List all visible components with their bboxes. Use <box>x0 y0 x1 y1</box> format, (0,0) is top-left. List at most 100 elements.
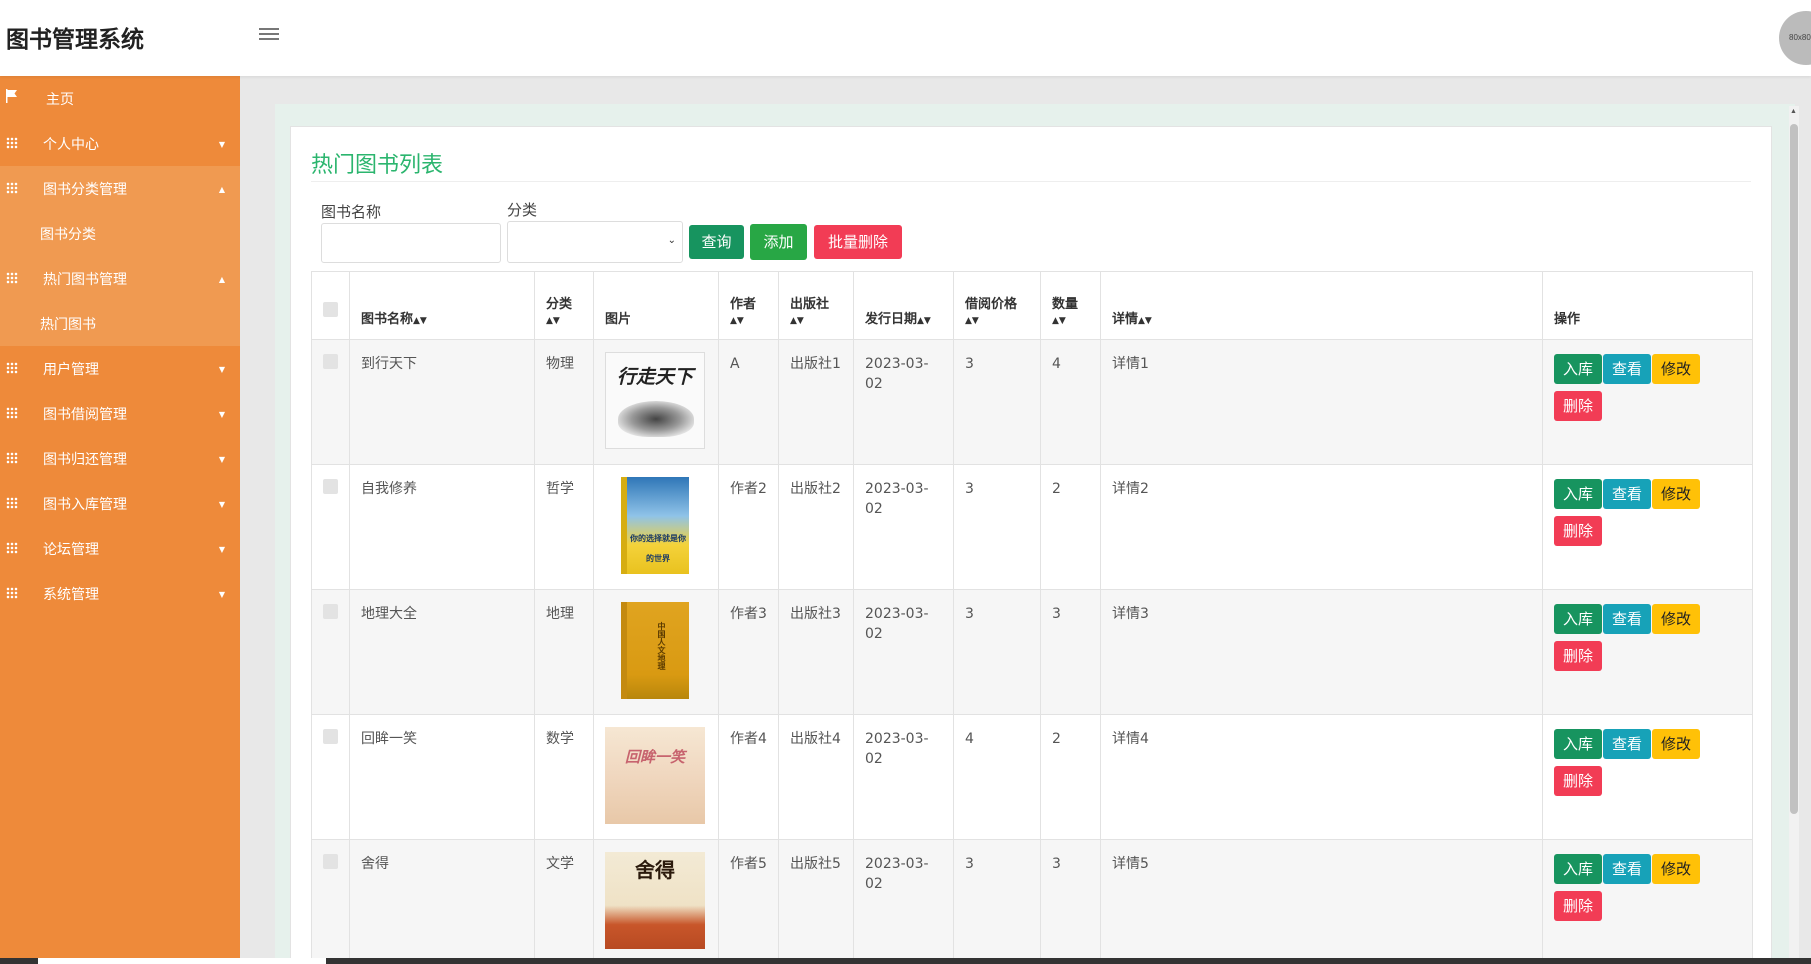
sidebar-item-hot-books[interactable]: 热门图书管理 ▲ <box>0 256 240 301</box>
stock-in-button[interactable]: 入库 <box>1554 729 1602 759</box>
header-detail[interactable]: 详情▲▼ <box>1100 271 1543 340</box>
header-book-name[interactable]: 图书名称▲▼ <box>349 271 535 340</box>
query-button[interactable]: 查询 <box>689 225 744 259</box>
row-checkbox[interactable] <box>323 604 338 619</box>
view-button[interactable]: 查看 <box>1603 729 1651 759</box>
cell-actions: 入库 查看 修改 删除 <box>1542 714 1753 840</box>
cell-release-date: 2023-03-02 <box>853 589 954 715</box>
row-checkbox[interactable] <box>323 729 338 744</box>
sidebar-item-system[interactable]: 系统管理 ▼ <box>0 571 240 616</box>
stock-in-button[interactable]: 入库 <box>1554 354 1602 384</box>
delete-button[interactable]: 删除 <box>1554 891 1602 921</box>
cell-author: 作者2 <box>718 464 779 590</box>
sidebar-item-book-category[interactable]: 图书分类管理 ▲ <box>0 166 240 211</box>
scroll-up-arrow-icon[interactable]: ▲ <box>1790 108 1797 115</box>
sort-icon: ▲▼ <box>1138 316 1152 326</box>
book-name-input[interactable] <box>321 223 501 263</box>
cell-book-name: 回眸一笑 <box>349 714 535 840</box>
stock-in-button[interactable]: 入库 <box>1554 854 1602 884</box>
cover-title: 舍得 <box>635 858 675 882</box>
cell-author: 作者3 <box>718 589 779 715</box>
horizontal-scrollbar[interactable] <box>0 958 1811 964</box>
sidebar-item-return[interactable]: 图书归还管理 ▼ <box>0 436 240 481</box>
sort-icon: ▲▼ <box>917 316 931 326</box>
sidebar-item-borrow[interactable]: 图书借阅管理 ▼ <box>0 391 240 436</box>
header-author[interactable]: 作者 ▲▼ <box>718 271 779 340</box>
sidebar-item-forum[interactable]: 论坛管理 ▼ <box>0 526 240 571</box>
cell-publisher: 出版社3 <box>778 589 854 715</box>
menu-toggle-icon[interactable] <box>259 25 279 43</box>
caret-up-icon: ▲ <box>218 185 225 194</box>
delete-button[interactable]: 删除 <box>1554 641 1602 671</box>
stock-in-button[interactable]: 入库 <box>1554 604 1602 634</box>
category-select[interactable]: ⌄ <box>507 221 683 263</box>
delete-button[interactable]: 删除 <box>1554 516 1602 546</box>
sidebar-item-users[interactable]: 用户管理 ▼ <box>0 346 240 391</box>
header-release-date[interactable]: 发行日期▲▼ <box>853 271 954 340</box>
delete-button[interactable]: 删除 <box>1554 391 1602 421</box>
cell-price: 3 <box>953 589 1041 715</box>
cell-book-name: 到行天下 <box>349 339 535 465</box>
cell-image: 你的选择就是你的世界 <box>593 464 719 590</box>
view-button[interactable]: 查看 <box>1603 479 1651 509</box>
cell-quantity: 2 <box>1040 714 1101 840</box>
edit-button[interactable]: 修改 <box>1652 604 1700 634</box>
table-row: 回眸一笑 数学 回眸一笑 作者4 出版社4 2023-03-02 4 2 详情4… <box>311 714 1753 840</box>
cell-publisher: 出版社2 <box>778 464 854 590</box>
batch-delete-button[interactable]: 批量删除 <box>814 225 902 259</box>
sidebar-item-label: 图书借阅管理 <box>43 406 127 423</box>
cell-actions: 入库 查看 修改 删除 <box>1542 339 1753 465</box>
edit-button[interactable]: 修改 <box>1652 354 1700 384</box>
avatar[interactable]: 80x80 <box>1779 11 1811 65</box>
cell-category: 数学 <box>534 714 594 840</box>
cover-title: 中国人文地理 <box>657 622 666 670</box>
view-button[interactable]: 查看 <box>1603 354 1651 384</box>
table-row: 地理大全 地理 中国人文地理 作者3 出版社3 2023-03-02 3 3 详… <box>311 589 1753 715</box>
table-row: 自我修养 哲学 你的选择就是你的世界 作者2 出版社2 2023-03-02 3… <box>311 464 1753 590</box>
sidebar-subitem-hot-books[interactable]: 热门图书 <box>0 301 240 346</box>
grid-icon <box>6 182 18 194</box>
header-category[interactable]: 分类 ▲▼ <box>534 271 594 340</box>
header-publisher[interactable]: 出版社 ▲▼ <box>778 271 854 340</box>
sidebar-item-stock-in[interactable]: 图书入库管理 ▼ <box>0 481 240 526</box>
header-price[interactable]: 借阅价格 ▲▼ <box>953 271 1041 340</box>
book-cover-image: 行走天下 <box>605 352 705 449</box>
view-button[interactable]: 查看 <box>1603 604 1651 634</box>
cell-release-date: 2023-03-02 <box>853 339 954 465</box>
book-cover-image: 舍得 <box>605 852 705 949</box>
cell-book-name: 自我修养 <box>349 464 535 590</box>
sidebar-item-profile[interactable]: 个人中心 ▼ <box>0 121 240 166</box>
sort-icon: ▲▼ <box>413 316 427 326</box>
add-button[interactable]: 添加 <box>750 224 807 260</box>
caret-down-icon: ▼ <box>218 410 225 419</box>
grid-icon <box>6 407 18 419</box>
header-quantity[interactable]: 数量 ▲▼ <box>1040 271 1101 340</box>
edit-button[interactable]: 修改 <box>1652 854 1700 884</box>
row-checkbox[interactable] <box>323 854 338 869</box>
flag-icon <box>6 89 17 103</box>
scrollbar-thumb[interactable] <box>1790 124 1798 814</box>
edit-button[interactable]: 修改 <box>1652 479 1700 509</box>
stock-in-button[interactable]: 入库 <box>1554 479 1602 509</box>
horizontal-scrollbar-thumb[interactable] <box>38 958 326 964</box>
sidebar-item-label: 图书分类管理 <box>43 181 127 198</box>
caret-down-icon: ▼ <box>218 455 225 464</box>
view-button[interactable]: 查看 <box>1603 854 1651 884</box>
table-row: 到行天下 物理 行走天下 A 出版社1 2023-03-02 3 4 详情1 入… <box>311 339 1753 465</box>
cell-release-date: 2023-03-02 <box>853 839 954 964</box>
row-checkbox[interactable] <box>323 479 338 494</box>
delete-button[interactable]: 删除 <box>1554 766 1602 796</box>
cell-price: 3 <box>953 464 1041 590</box>
sort-icon: ▲▼ <box>730 316 744 326</box>
grid-icon <box>6 542 18 554</box>
header-image: 图片 <box>593 271 719 340</box>
row-checkbox[interactable] <box>323 354 338 369</box>
cell-author: 作者5 <box>718 839 779 964</box>
edit-button[interactable]: 修改 <box>1652 729 1700 759</box>
table-header-row: 图书名称▲▼ 分类 ▲▼ 图片 作者 ▲▼ 出版社 ▲▼ 发行日期▲▼ 借阅价格 ▲▼ … <box>311 271 1753 340</box>
title-divider <box>311 181 1751 182</box>
select-all-checkbox[interactable] <box>323 302 338 317</box>
sidebar-item-home[interactable]: 主页 <box>0 76 240 121</box>
sidebar-subitem-book-category[interactable]: 图书分类 <box>0 211 240 256</box>
header-actions: 操作 <box>1542 271 1753 340</box>
